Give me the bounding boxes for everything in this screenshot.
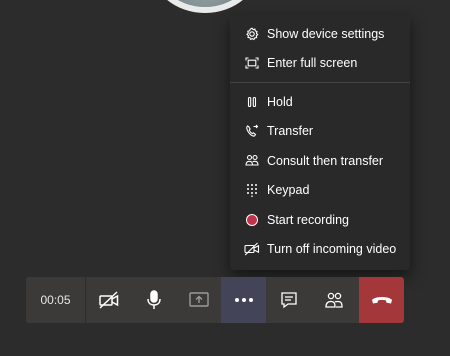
camera-toggle-button[interactable] xyxy=(86,277,131,323)
menu-item-consult-transfer[interactable]: Consult then transfer xyxy=(230,146,410,176)
phone-transfer-icon xyxy=(243,123,261,139)
video-off-icon xyxy=(243,241,261,257)
microphone-icon xyxy=(146,290,162,310)
share-screen-icon xyxy=(188,291,209,309)
menu-item-label: Transfer xyxy=(267,124,314,139)
menu-item-label: Enter full screen xyxy=(267,56,358,71)
camera-off-icon xyxy=(98,291,120,309)
menu-item-label: Turn off incoming video xyxy=(267,242,397,257)
participants-icon xyxy=(324,291,344,309)
menu-divider xyxy=(230,82,410,83)
call-toolbar: 00:05 xyxy=(26,277,404,323)
more-options-menu: Show device settings Enter full screen H… xyxy=(230,15,410,270)
menu-item-label: Keypad xyxy=(267,183,310,198)
participants-button[interactable] xyxy=(311,277,356,323)
menu-item-full-screen[interactable]: Enter full screen xyxy=(230,49,410,79)
menu-item-hold[interactable]: Hold xyxy=(230,87,410,117)
chat-icon xyxy=(280,291,298,309)
keypad-icon xyxy=(243,182,261,198)
menu-item-label: Show device settings xyxy=(267,26,385,41)
pause-icon xyxy=(243,94,261,110)
menu-item-turn-off-video[interactable]: Turn off incoming video xyxy=(230,235,410,265)
menu-item-transfer[interactable]: Transfer xyxy=(230,117,410,147)
call-timer: 00:05 xyxy=(26,277,86,323)
fullscreen-icon xyxy=(243,55,261,71)
menu-item-label: Start recording xyxy=(267,212,349,227)
menu-item-label: Hold xyxy=(267,94,293,109)
share-screen-button[interactable] xyxy=(176,277,221,323)
menu-item-label: Consult then transfer xyxy=(267,153,384,168)
microphone-button[interactable] xyxy=(131,277,176,323)
menu-item-keypad[interactable]: Keypad xyxy=(230,176,410,206)
menu-item-device-settings[interactable]: Show device settings xyxy=(230,19,410,49)
more-options-button[interactable] xyxy=(221,277,266,323)
hang-up-icon xyxy=(371,294,393,306)
hang-up-button[interactable] xyxy=(359,277,404,323)
menu-item-start-recording[interactable]: Start recording xyxy=(230,205,410,235)
caller-avatar xyxy=(150,0,260,13)
chat-button[interactable] xyxy=(266,277,311,323)
more-options-icon xyxy=(234,297,254,303)
gear-icon xyxy=(243,26,261,42)
people-icon xyxy=(243,153,261,169)
record-icon xyxy=(243,212,261,228)
